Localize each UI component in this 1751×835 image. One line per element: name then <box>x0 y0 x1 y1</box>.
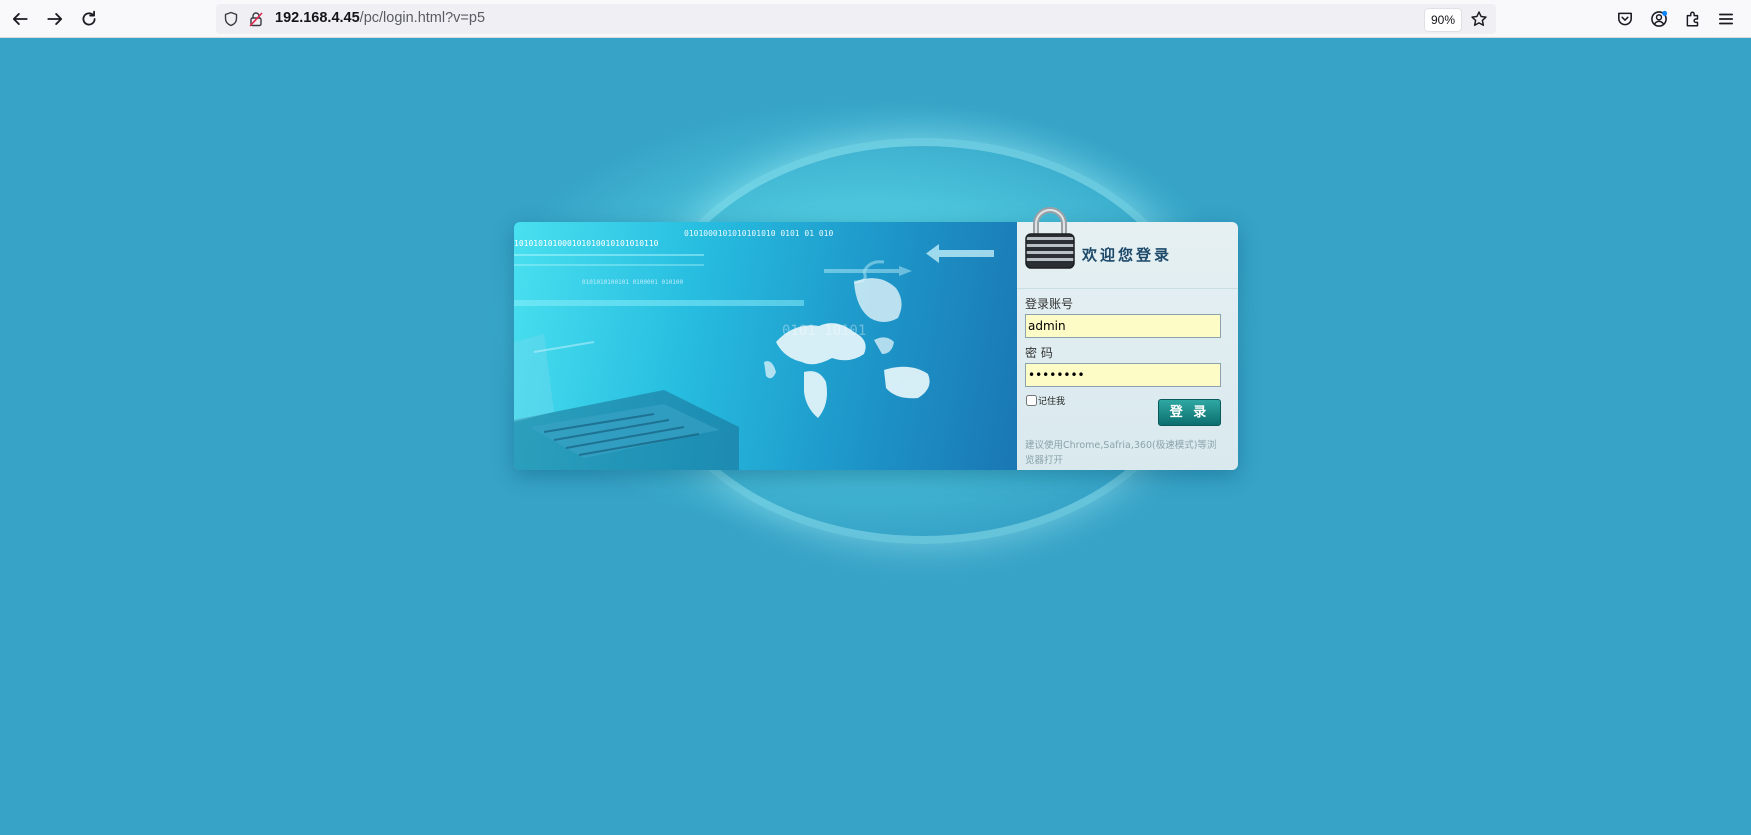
bookmark-star-icon[interactable] <box>1470 10 1488 28</box>
password-label: 密 码 <box>1025 346 1053 360</box>
login-banner-image: 0101000101010101010 0101 01 010 10101010… <box>514 222 1017 470</box>
pocket-icon <box>1618 12 1632 26</box>
browser-tip-text: 建议使用Chrome,Safria,360(极速模式)等浏览器打开 <box>1025 440 1217 466</box>
shield-icon[interactable] <box>223 11 239 27</box>
banner-light-band <box>514 300 804 306</box>
panel-divider <box>1017 288 1238 289</box>
back-arrow-icon <box>12 13 28 25</box>
back-button[interactable] <box>5 5 35 33</box>
account-button[interactable] <box>1644 5 1674 33</box>
welcome-title: 欢迎您登录 <box>1082 246 1173 264</box>
banner-light-band <box>514 264 704 266</box>
app-menu-button[interactable] <box>1711 5 1741 33</box>
padlock-icon <box>1025 207 1075 269</box>
reload-button[interactable] <box>74 5 104 33</box>
login-button[interactable]: 登 录 <box>1158 399 1221 426</box>
banner-light-band <box>514 254 704 256</box>
url-path: /pc/login.html?v=p5 <box>359 10 486 26</box>
extensions-icon <box>1686 11 1699 27</box>
forward-arrow-icon <box>47 13 63 25</box>
banner-illustration: 0101000101010101010 0101 01 010 10101010… <box>514 229 994 470</box>
menu-icon <box>1718 13 1734 25</box>
banner-binary-text: 101010101000101010010101010110 <box>514 239 659 248</box>
url-bar[interactable]: 192.168.4.45/pc/login.html?v=p5 90% <box>216 4 1496 34</box>
banner-watermark-text: 0101 10101 <box>782 323 866 339</box>
zoom-level-badge[interactable]: 90% <box>1423 8 1462 32</box>
keyboard-graphic <box>514 334 739 470</box>
extensions-button[interactable] <box>1678 5 1708 33</box>
account-input[interactable] <box>1025 314 1221 338</box>
url-host: 192.168.4.45 <box>275 10 360 26</box>
url-text[interactable]: 192.168.4.45/pc/login.html?v=p5 <box>275 10 485 26</box>
world-map-graphic <box>764 278 930 418</box>
account-icon <box>1651 10 1668 27</box>
account-label: 登录账号 <box>1025 297 1074 311</box>
remember-me-checkbox[interactable] <box>1026 395 1037 406</box>
browser-toolbar: 192.168.4.45/pc/login.html?v=p5 90% <box>0 0 1751 38</box>
arrow-graphic <box>824 244 994 284</box>
banner-binary-text: 0101000101010101010 0101 01 010 <box>684 229 833 238</box>
pocket-button[interactable] <box>1610 5 1640 33</box>
banner-binary-text: 0101010100101 0100001 010100 <box>582 279 684 286</box>
reload-icon <box>82 10 96 26</box>
remember-me-label[interactable]: 记住我 <box>1038 394 1065 407</box>
forward-button[interactable] <box>40 5 70 33</box>
password-input[interactable] <box>1025 363 1221 387</box>
insecure-lock-icon[interactable] <box>248 11 264 27</box>
